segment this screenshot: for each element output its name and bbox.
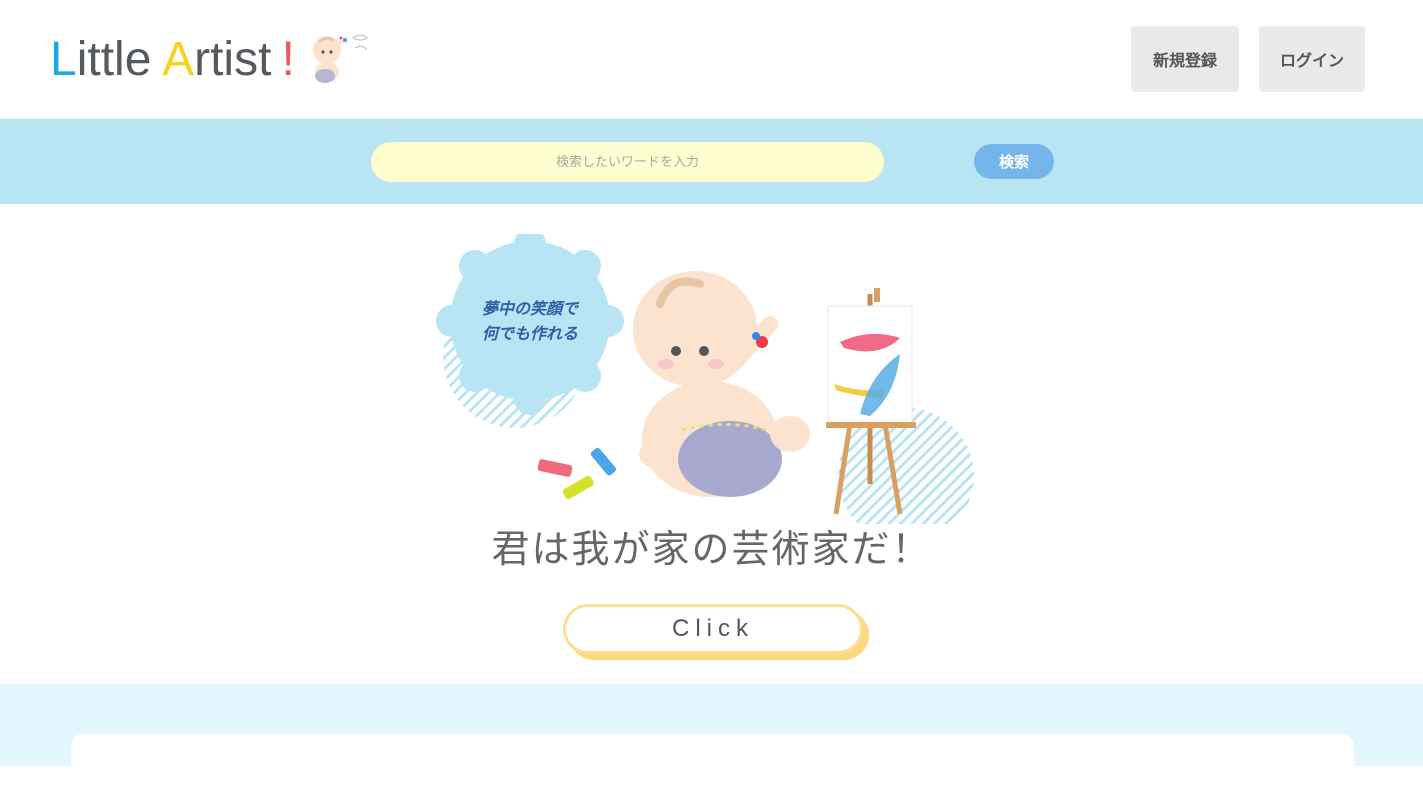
content-card [71, 734, 1354, 794]
site-header: Little Artist! 新規登録 ログイン [0, 0, 1423, 119]
baby-illustration [633, 271, 810, 497]
logo-letter-a: A [162, 33, 195, 86]
paint-tubes [537, 447, 617, 500]
hero-illustration: 夢中の笑顔で 何でも作れる [436, 234, 974, 524]
cta-click-button[interactable]: Click [563, 604, 863, 654]
bubble-text-line1: 夢中の笑顔で [482, 299, 580, 318]
logo-letter-l: L [50, 33, 77, 86]
bubble-text-line2: 何でも作れる [482, 324, 578, 343]
logo-text: Little Artist! [50, 36, 295, 84]
search-input[interactable] [371, 142, 884, 182]
login-button[interactable]: ログイン [1259, 26, 1365, 92]
logo-word-little: ittle [76, 33, 163, 86]
logo-exclaim: ! [281, 33, 295, 86]
content-section [0, 684, 1423, 794]
logo-word-artist: rtist [194, 33, 272, 86]
hero-section: 夢中の笑顔で 何でも作れる 君は我が家の芸術家だ！ Click [0, 204, 1423, 684]
site-logo[interactable]: Little Artist! [50, 28, 373, 92]
baby-logo-icon [312, 34, 368, 83]
search-bar: 検索 [0, 119, 1423, 204]
hero-catchphrase: 君は我が家の芸術家だ！ [491, 527, 932, 571]
signup-button[interactable]: 新規登録 [1131, 26, 1239, 92]
search-button[interactable]: 検索 [974, 144, 1054, 179]
